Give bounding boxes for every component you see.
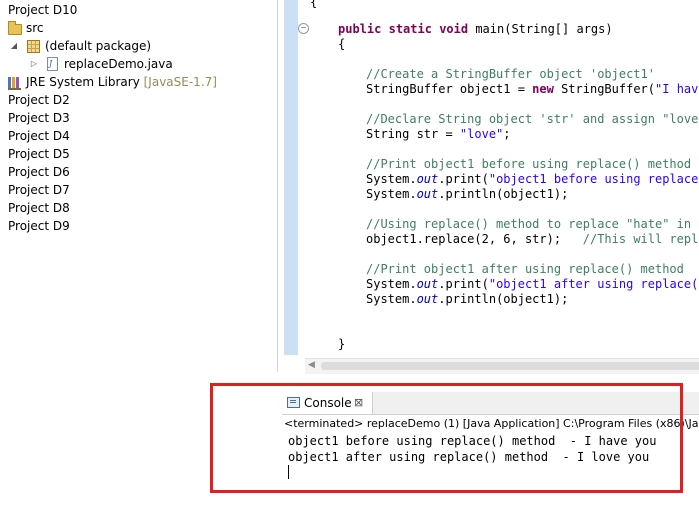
code-comment: //Print object1 before using replace() m… [366, 157, 692, 171]
collapsed-arrow-icon[interactable]: ▷ [29, 55, 39, 73]
tree-item-project-d10[interactable]: Project D10 [0, 1, 200, 19]
expanded-arrow-icon[interactable]: ◢ [9, 37, 19, 55]
tree-item-label: src [26, 21, 44, 35]
code-comment: //Using replace() method to replace "hat… [366, 217, 699, 231]
tree-item-default-package[interactable]: ◢ (default package) [0, 37, 220, 55]
tree-item-label: JRE System Library [26, 75, 140, 89]
editor-divider [277, 0, 278, 372]
code-line: } [338, 337, 346, 351]
tree-item-project-d7[interactable]: Project D7 [0, 181, 200, 199]
editor-horizontal-scrollbar[interactable]: ◀ [305, 358, 699, 374]
tree-item-project-d5[interactable]: Project D5 [0, 145, 200, 163]
library-icon [8, 77, 21, 90]
scroll-left-arrow-icon[interactable]: ◀ [308, 360, 315, 370]
code-line: object1.replace(2, 6, str); //This will … [366, 232, 699, 246]
code-line: String str = "love"; [366, 127, 511, 141]
tree-item-project-d6[interactable]: Project D6 [0, 163, 200, 181]
package-icon [27, 40, 40, 53]
fold-collapse-icon[interactable]: − [298, 23, 309, 34]
tree-item-replacedemo-java[interactable]: ▷ replaceDemo.java [0, 55, 220, 73]
code-comment: //Declare String object 'str' and assign… [366, 112, 699, 126]
code-line: StringBuffer object1 = new StringBuffer(… [366, 82, 699, 96]
tree-item-project-d8[interactable]: Project D8 [0, 199, 200, 217]
tree-item-label: (default package) [45, 39, 152, 53]
tree-item-label: Project D5 [8, 147, 70, 161]
package-explorer: Project D10 src ◢ (default package) ▷ re… [0, 0, 270, 380]
code-comment: //Print object1 after using replace() me… [366, 262, 684, 276]
editor-ruler [284, 0, 298, 355]
tree-item-label: Project D2 [8, 93, 70, 107]
tree-item-label: replaceDemo.java [64, 57, 173, 71]
tree-item-jre-library[interactable]: JRE System Library [JavaSE-1.7] [0, 73, 240, 91]
tree-item-label: Project D8 [8, 201, 70, 215]
scrollbar-thumb[interactable] [321, 362, 699, 370]
code-line: { [338, 37, 346, 51]
tree-item-project-d4[interactable]: Project D4 [0, 127, 200, 145]
highlight-annotation-box [210, 383, 683, 493]
code-line-main: public static void main(String[] args) [338, 22, 613, 36]
tree-item-src[interactable]: src [0, 19, 200, 37]
tree-item-project-d9[interactable]: Project D9 [0, 217, 200, 235]
folder-icon [8, 21, 22, 35]
code-line: System.out.print("object1 before using r… [366, 172, 699, 186]
code-comment: //Create a StringBuffer object 'object1' [366, 67, 655, 81]
tree-item-label: Project D10 [8, 3, 78, 17]
code-line: System.out.println(object1); [366, 187, 569, 201]
tree-item-label: Project D9 [8, 219, 70, 233]
jre-version-tag: [JavaSE-1.7] [143, 75, 217, 89]
tree-item-label: Project D3 [8, 111, 70, 125]
tree-item-label: Project D6 [8, 165, 70, 179]
code-line: System.out.print("object1 after using re… [366, 277, 699, 291]
tree-item-project-d2[interactable]: Project D2 [0, 91, 200, 109]
tree-item-label: Project D4 [8, 129, 70, 143]
tree-item-label: Project D7 [8, 183, 70, 197]
tree-item-project-d3[interactable]: Project D3 [0, 109, 200, 127]
code-line: System.out.println(object1); [366, 292, 569, 306]
java-file-icon [47, 55, 58, 73]
code-line: { [310, 0, 318, 9]
